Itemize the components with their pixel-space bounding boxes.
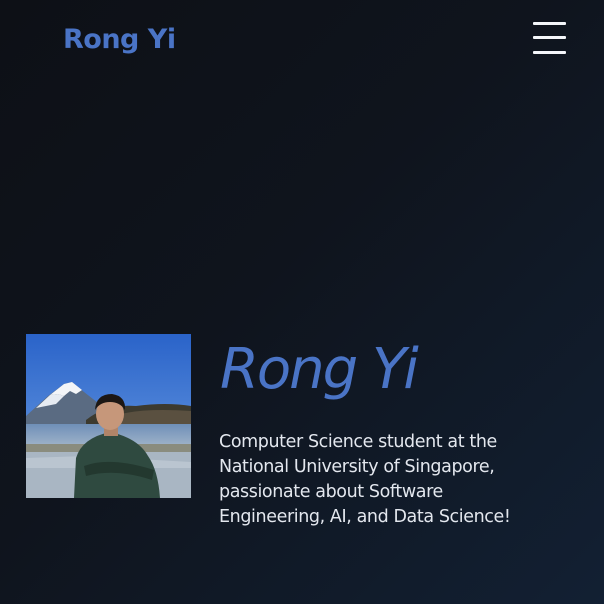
- hamburger-menu-icon[interactable]: [533, 21, 566, 55]
- profile-photo-illustration: [26, 334, 191, 498]
- hamburger-bar-top: [533, 22, 566, 25]
- hamburger-bar-middle: [533, 36, 566, 39]
- hamburger-bar-bottom: [533, 51, 566, 54]
- hero-bio: Computer Science student at the National…: [219, 432, 511, 527]
- brand-logo-link[interactable]: Rong Yi: [63, 22, 176, 58]
- hero-title: Rong Yi: [220, 337, 419, 402]
- profile-photo: [26, 334, 191, 498]
